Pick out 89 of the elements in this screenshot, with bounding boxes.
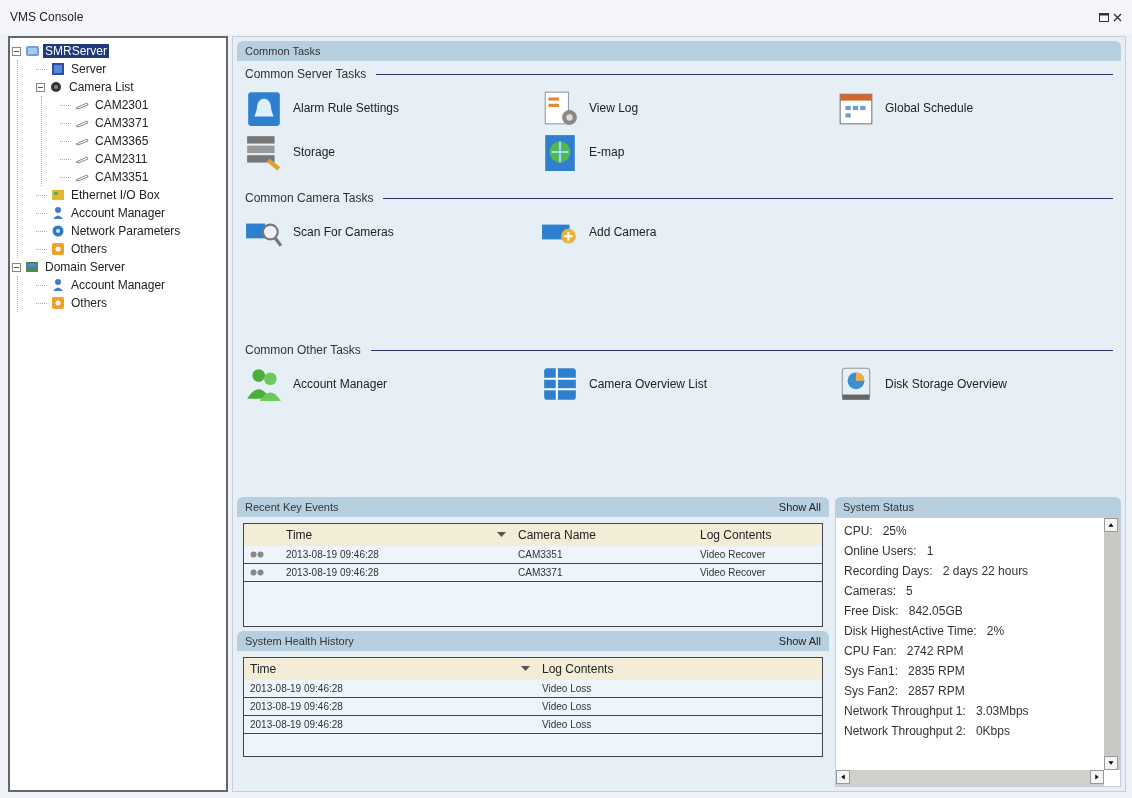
close-icon[interactable] (1113, 12, 1122, 22)
horizontal-scrollbar[interactable] (836, 770, 1104, 786)
server-group-icon (24, 43, 40, 59)
group-title: Common Server Tasks (245, 67, 367, 81)
tree-item[interactable]: Others (69, 242, 109, 256)
status-item: Sys Fan2: 2857 RPM (844, 684, 966, 698)
status-item: Network Throughput 2: 0Kbps (844, 724, 1011, 738)
task-link[interactable]: Alarm Rule Settings (245, 89, 400, 127)
scroll-down-icon[interactable] (1104, 756, 1118, 770)
status-item: Recording Days: 2 days 22 hours (844, 564, 1030, 578)
table-cell: 2013-08-19 09:46:28 (244, 680, 536, 698)
status-item: Disk HighestActive Time: 2% (844, 624, 1006, 638)
tree-item[interactable]: CAM3365 (93, 134, 151, 148)
task-link[interactable]: Account Manager (245, 365, 388, 403)
table-cell: 2013-08-19 09:46:28 (244, 715, 536, 734)
status-item: CPU Fan: 2742 RPM (844, 644, 965, 658)
group-title: Common Camera Tasks (245, 191, 374, 205)
scroll-up-icon[interactable] (1104, 518, 1118, 532)
task-link[interactable]: Camera Overview List (541, 365, 708, 403)
tree-item[interactable]: Network Parameters (69, 224, 183, 238)
domain-icon (24, 259, 40, 275)
sort-caret-icon[interactable] (521, 666, 530, 672)
table-cell: Video Loss (536, 697, 822, 716)
collapse-icon[interactable] (12, 46, 21, 56)
group-title: Common Other Tasks (245, 343, 361, 357)
database-icon (245, 133, 283, 171)
monitor-icon (50, 61, 66, 77)
column-header[interactable]: Log Contents (542, 662, 614, 676)
task-link[interactable]: Global Schedule (837, 89, 974, 127)
collapse-icon[interactable] (12, 262, 21, 272)
column-header[interactable]: Time (286, 528, 313, 542)
column-header[interactable]: Time (250, 662, 277, 676)
show-all-link[interactable]: Show All (778, 635, 821, 647)
tree-item[interactable]: CAM3371 (93, 116, 151, 130)
tree-item[interactable]: Account Manager (69, 278, 168, 292)
tree-item[interactable]: Account Manager (69, 206, 168, 220)
glasses-icon (250, 569, 264, 576)
tree-item[interactable]: Domain Server (43, 260, 128, 274)
sort-caret-icon[interactable] (497, 532, 506, 538)
show-all-link[interactable]: Show All (778, 501, 821, 513)
section-title: Recent Key Events (245, 501, 339, 513)
maximize-icon[interactable] (1099, 12, 1109, 22)
task-link[interactable]: Add Camera (541, 213, 657, 251)
network-icon (50, 223, 66, 239)
tree-item[interactable]: Camera List (67, 80, 136, 94)
tree-item[interactable]: CAM2311 (93, 152, 150, 166)
user-icon (50, 277, 66, 293)
tree-item[interactable]: Server (69, 62, 109, 76)
collapse-icon[interactable] (36, 82, 45, 92)
others-icon (50, 241, 66, 257)
table-cell: Video Loss (536, 680, 822, 698)
table-cell: 2013-08-19 09:46:28 (280, 546, 512, 564)
table-cell: Video Loss (536, 715, 822, 734)
camera-group-icon (48, 79, 64, 95)
status-item: Sys Fan1: 2835 RPM (844, 664, 966, 678)
status-item: CPU: 25% (844, 524, 908, 538)
scroll-right-icon[interactable] (1090, 770, 1104, 784)
bell-icon (245, 89, 283, 127)
glasses-icon (250, 551, 264, 558)
vertical-scrollbar[interactable] (1104, 518, 1120, 770)
tree-item[interactable]: CAM2301 (93, 98, 151, 112)
status-item: Free Disk: 842.05GB (844, 604, 964, 618)
tree-item[interactable]: Others (69, 296, 109, 310)
table-cell: 2013-08-19 09:46:28 (280, 563, 512, 582)
task-link[interactable]: Scan For Cameras (245, 213, 394, 251)
window-title: VMS Console (10, 10, 84, 24)
table-cell: 2013-08-19 09:46:28 (244, 697, 536, 716)
section-title: System Health History (245, 635, 354, 647)
section-title: Common Tasks (245, 45, 321, 57)
task-link[interactable]: Storage (245, 133, 336, 171)
table-cell: CAM3371 (512, 563, 694, 582)
task-link[interactable]: View Log (541, 89, 639, 127)
section-title: System Status (843, 501, 914, 513)
task-link[interactable]: E-map (541, 133, 625, 171)
tree-item[interactable]: SMRServer (43, 44, 109, 58)
status-item: Network Throughput 1: 3.03Mbps (844, 704, 1030, 718)
io-box-icon (50, 187, 66, 203)
status-item: Cameras: 5 (844, 584, 914, 598)
status-item: Online Users: 1 (844, 544, 935, 558)
grid-icon (541, 365, 579, 403)
table-cell: CAM3351 (512, 546, 694, 564)
scroll-left-icon[interactable] (836, 770, 850, 784)
tree-item[interactable]: CAM3351 (93, 170, 151, 184)
task-link[interactable]: Disk Storage Overview (837, 365, 1008, 403)
table-cell: Video Recover (694, 546, 822, 564)
tree-item[interactable]: Ethernet I/O Box (69, 188, 162, 202)
others-icon (50, 295, 66, 311)
user-icon (50, 205, 66, 221)
table-cell: Video Recover (694, 563, 822, 582)
